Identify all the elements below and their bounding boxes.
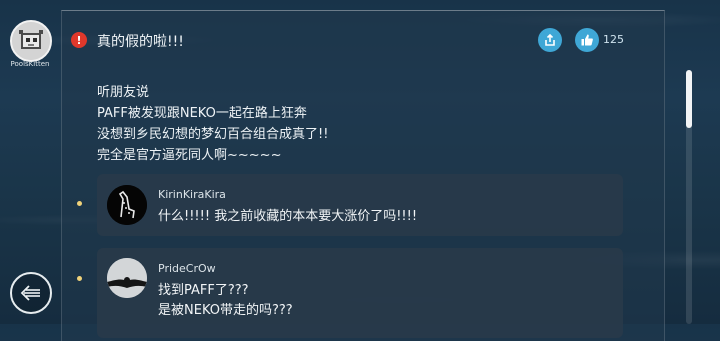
comment-card: PrideCrOw 找到PAFF了??? 是被NEKO带走的吗??? <box>97 248 623 338</box>
user-avatar[interactable] <box>10 20 52 62</box>
comment-text: 什么!!!!! 我之前收藏的本本要大涨价了吗!!!! <box>158 209 418 224</box>
post-line: PAFF被发现跟NEKO一起在路上狂奔 <box>97 106 307 121</box>
post-line: 没想到乡民幻想的梦幻百合组合成真了!! <box>97 127 329 142</box>
pixel-cat-icon <box>12 22 50 60</box>
share-button[interactable] <box>538 28 562 52</box>
post-body: 听朋友说 PAFF被发现跟NEKO一起在路上狂奔 没想到乡民幻想的梦幻百合组合成… <box>97 82 328 166</box>
comment-author: KirinKiraKira <box>158 188 226 201</box>
author-name: PoolsKitten <box>10 60 50 68</box>
scrollbar-thumb[interactable] <box>686 70 692 128</box>
thumbs-up-icon <box>581 34 593 46</box>
comment-text: 是被NEKO带走的吗??? <box>158 303 293 318</box>
comment-bullet <box>77 201 82 206</box>
post-line: 完全是官方逼死同人啊~~~~~ <box>97 148 282 163</box>
comment-card: KirinKiraKira 什么!!!!! 我之前收藏的本本要大涨价了吗!!!! <box>97 174 623 236</box>
comment-text: 找到PAFF了??? <box>158 283 249 298</box>
comment-bullet <box>77 276 82 281</box>
like-count: 125 <box>603 33 624 46</box>
comment-avatar[interactable] <box>107 258 147 298</box>
post-line: 听朋友说 <box>97 85 150 100</box>
giraffe-icon <box>107 185 147 225</box>
share-icon <box>545 33 555 46</box>
back-arrow-icon <box>20 285 40 301</box>
comment-avatar[interactable] <box>107 185 147 225</box>
crow-icon <box>107 258 147 298</box>
back-button[interactable] <box>10 272 52 314</box>
alert-icon: ! <box>71 32 87 48</box>
comment-author: PrideCrOw <box>158 262 216 275</box>
like-button[interactable] <box>575 28 599 52</box>
post-title: 真的假的啦!!! <box>97 34 184 50</box>
